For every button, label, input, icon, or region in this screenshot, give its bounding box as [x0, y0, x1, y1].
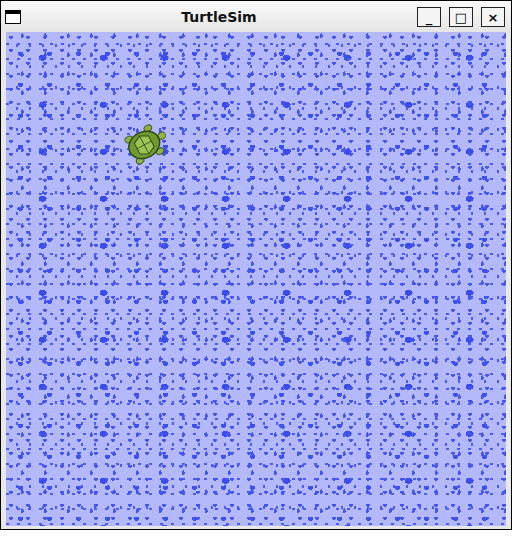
- turtle-icon: [117, 116, 175, 172]
- turtlesim-window: TurtleSim _ □ ×: [0, 0, 512, 530]
- title-bar[interactable]: TurtleSim _ □ ×: [1, 1, 511, 32]
- window-controls: _ □ ×: [417, 7, 505, 27]
- close-button[interactable]: ×: [481, 7, 505, 27]
- turtle-canvas: [6, 32, 506, 526]
- canvas-frame: [1, 32, 511, 531]
- window-icon[interactable]: [5, 10, 21, 24]
- minimize-button[interactable]: _: [417, 7, 441, 27]
- maximize-button[interactable]: □: [449, 7, 473, 27]
- window-title: TurtleSim: [29, 9, 409, 26]
